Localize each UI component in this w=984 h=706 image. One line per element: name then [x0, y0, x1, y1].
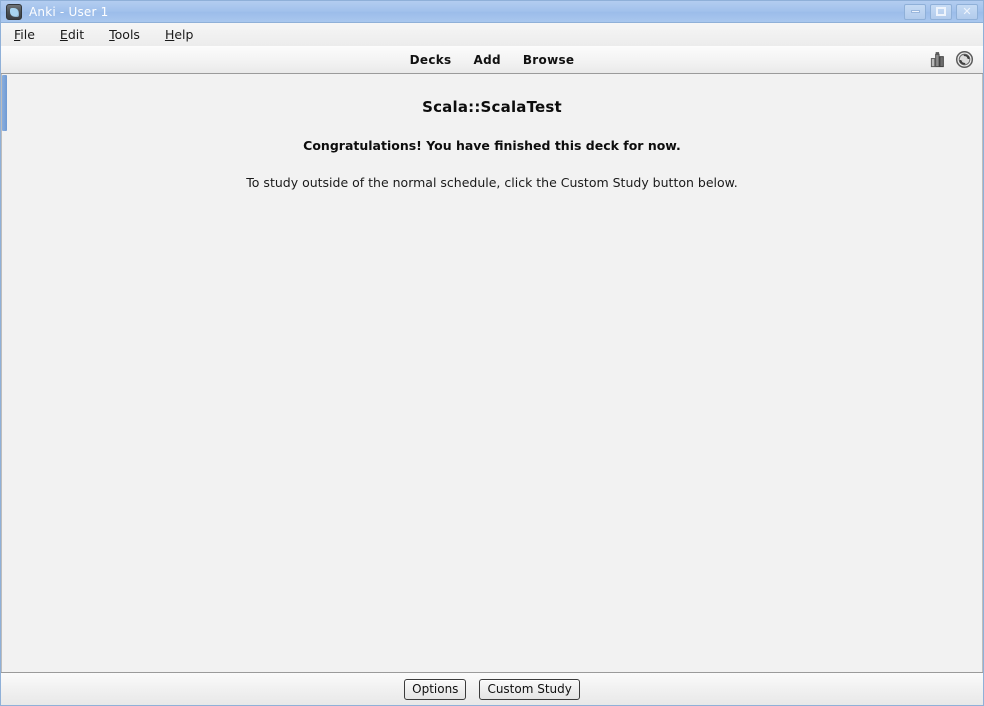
scrollbar-thumb[interactable] — [2, 75, 7, 131]
toolbar-icons — [929, 46, 974, 73]
menu-item-edit[interactable]: Edit — [56, 25, 93, 44]
menu-label: ools — [114, 27, 140, 42]
toolbar-link-browse[interactable]: Browse — [523, 53, 574, 67]
window-controls: ✕ — [904, 3, 978, 20]
close-icon: ✕ — [962, 5, 972, 18]
menu-item-file[interactable]: File — [10, 25, 44, 44]
stats-bar-chart-icon[interactable] — [929, 50, 948, 69]
window-title: Anki - User 1 — [29, 4, 109, 19]
close-button[interactable]: ✕ — [956, 3, 978, 20]
toolbar-link-add[interactable]: Add — [473, 53, 500, 67]
deck-overview: Scala::ScalaTest Congratulations! You ha… — [2, 74, 982, 672]
menu-label: elp — [174, 27, 194, 42]
congratulations-message: Congratulations! You have finished this … — [303, 138, 681, 153]
anki-app-icon — [6, 3, 22, 20]
menu-label: dit — [67, 27, 85, 42]
content-area: Scala::ScalaTest Congratulations! You ha… — [1, 74, 983, 672]
toolbar-links: Decks Add Browse — [410, 53, 575, 67]
minimize-button[interactable] — [904, 3, 926, 20]
anki-main-window: Anki - User 1 ✕ File Edit Tools Help Dec… — [0, 0, 984, 706]
menu-item-help[interactable]: Help — [161, 25, 203, 44]
sync-icon[interactable] — [955, 50, 974, 69]
custom-study-button[interactable]: Custom Study — [479, 678, 580, 700]
menu-item-tools[interactable]: Tools — [105, 25, 149, 44]
menu-mnemonic: H — [164, 27, 175, 42]
content-scrollbar[interactable] — [2, 74, 7, 672]
menu-bar: File Edit Tools Help — [1, 23, 983, 46]
main-toolbar: Decks Add Browse — [1, 46, 983, 74]
maximize-button[interactable] — [930, 3, 952, 20]
menu-mnemonic: E — [59, 27, 68, 42]
minimize-icon — [905, 5, 925, 19]
title-bar: Anki - User 1 ✕ — [1, 1, 983, 23]
maximize-icon — [931, 5, 951, 19]
options-button[interactable]: Options — [404, 678, 467, 700]
menu-label: ile — [20, 27, 35, 42]
bottom-button-bar: Options Custom Study — [1, 672, 983, 705]
custom-study-hint: To study outside of the normal schedule,… — [246, 175, 738, 190]
deck-title: Scala::ScalaTest — [422, 98, 562, 116]
toolbar-link-decks[interactable]: Decks — [410, 53, 452, 67]
